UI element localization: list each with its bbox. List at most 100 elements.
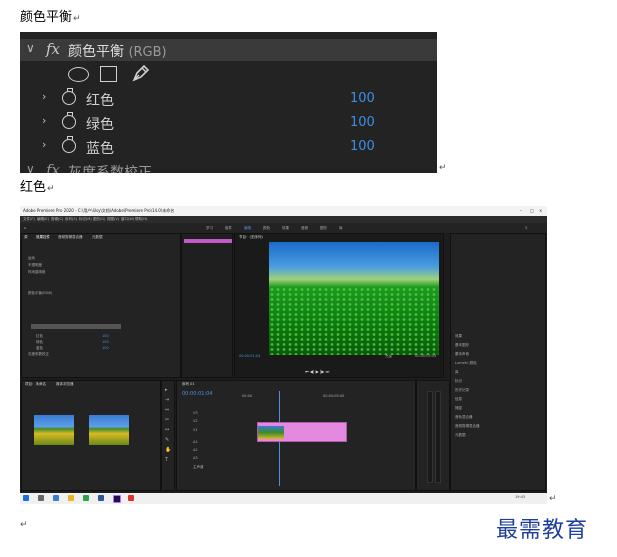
browser-icon[interactable]: [83, 495, 89, 501]
track-a3[interactable]: A3: [193, 456, 198, 460]
panel-effects[interactable]: 效果: [455, 334, 462, 339]
project-clip-thumb[interactable]: [34, 415, 74, 445]
panel-history[interactable]: 历史记录: [455, 388, 469, 393]
tab-metadata[interactable]: 元数据: [92, 235, 103, 240]
track-master[interactable]: 主声道: [193, 465, 204, 470]
value-red[interactable]: 100: [102, 334, 109, 338]
ripple-edit-icon[interactable]: ⇔: [165, 407, 169, 413]
stopwatch-icon[interactable]: [62, 112, 76, 129]
value-blue[interactable]: 100: [102, 346, 109, 350]
panel-essential-sound[interactable]: 基本声音: [455, 352, 469, 357]
workspace-learn[interactable]: 学习: [206, 226, 213, 231]
param-color-balance[interactable]: 颜色平衡(RGB): [28, 291, 52, 296]
selected-mask-row[interactable]: [31, 324, 121, 329]
track-v3[interactable]: V3: [193, 411, 198, 415]
timeline-clip[interactable]: [257, 422, 347, 442]
chevron-down-icon[interactable]: ∨: [26, 41, 35, 55]
next-effect-header[interactable]: ∨ fx 灰度系数校正: [20, 159, 437, 173]
maximize-button[interactable]: □: [530, 208, 534, 213]
razor-tool-icon[interactable]: ✂: [165, 417, 169, 423]
menu-window[interactable]: 窗口(W): [121, 217, 134, 222]
program-tab[interactable]: 节目：(无序列): [239, 235, 263, 240]
selection-tool-icon[interactable]: ▸: [165, 387, 168, 393]
ellipse-mask-icon[interactable]: [68, 67, 89, 82]
workspace-libraries[interactable]: 库: [339, 226, 343, 231]
panel-libraries[interactable]: 库: [455, 370, 459, 375]
track-a1[interactable]: A1: [193, 440, 198, 444]
tab-media-browser[interactable]: 媒体浏览器: [56, 382, 74, 387]
track-a2[interactable]: A2: [193, 448, 198, 452]
transport-controls[interactable]: ⏮ ◀| ▶ |▶ ⏭: [305, 369, 375, 374]
workspace-effects[interactable]: 效果: [282, 226, 289, 231]
workspace-graphics[interactable]: 图形: [320, 226, 327, 231]
word-icon[interactable]: [98, 495, 104, 501]
tab-audio-clip-mixer[interactable]: 音频剪辑混合器: [58, 235, 83, 240]
search-icon[interactable]: [38, 495, 44, 501]
param-value-blue[interactable]: 100: [350, 139, 375, 154]
panel-lumetri[interactable]: Lumetri 颜色: [455, 361, 477, 366]
project-sequence-thumb[interactable]: [89, 415, 129, 445]
param-opacity[interactable]: 不透明度: [28, 263, 42, 268]
tab-source[interactable]: 源: [24, 235, 28, 240]
chevron-right-icon[interactable]: ›: [42, 138, 46, 151]
premiere-icon[interactable]: [113, 495, 121, 503]
panel-audio-clip-mixer[interactable]: 音频剪辑混合器: [455, 424, 480, 429]
menu-clip[interactable]: 剪辑(C): [51, 217, 63, 222]
track-select-icon[interactable]: ⇥: [165, 397, 169, 403]
menu-graphics[interactable]: 图形(G): [93, 217, 105, 222]
tab-project[interactable]: 项目：未命名: [25, 382, 46, 387]
stopwatch-icon[interactable]: [62, 136, 76, 153]
workspace-editing[interactable]: 编辑: [244, 226, 251, 231]
workspace-audio[interactable]: 音频: [301, 226, 308, 231]
minimize-button[interactable]: –: [520, 208, 522, 213]
tab-sequence[interactable]: 序列 01: [182, 382, 195, 387]
param-value-green[interactable]: 100: [350, 115, 375, 130]
track-v1[interactable]: V1: [193, 428, 198, 432]
start-icon[interactable]: [23, 495, 29, 501]
task-view-icon[interactable]: [53, 495, 59, 501]
panel-track-mixer[interactable]: 音轨混合器: [455, 415, 473, 420]
pen-tool-icon[interactable]: ✎: [165, 437, 169, 443]
type-tool-icon[interactable]: T: [165, 457, 168, 463]
timeline-timecode[interactable]: 00:00:01:04: [182, 391, 213, 397]
chevron-down-icon[interactable]: ∨: [26, 162, 35, 173]
param-motion[interactable]: 运动: [28, 256, 35, 261]
chevron-right-icon[interactable]: ›: [42, 90, 46, 103]
param-time-remap[interactable]: 时间重映射: [28, 270, 46, 275]
home-icon[interactable]: ⌂: [24, 226, 26, 230]
close-button[interactable]: ×: [539, 208, 542, 213]
panel-capture[interactable]: 捕捉: [455, 406, 462, 411]
search-icon[interactable]: ⚲: [525, 226, 528, 230]
tab-effect-controls[interactable]: 效果控件: [36, 235, 50, 240]
workspace-assembly[interactable]: 组件: [225, 226, 232, 231]
panel-essential-graphics[interactable]: 基本图形: [455, 343, 469, 348]
menu-view[interactable]: 视图(V): [107, 217, 119, 222]
stopwatch-icon[interactable]: [62, 88, 76, 105]
hand-tool-icon[interactable]: ✋: [165, 447, 171, 453]
panel-markers[interactable]: 标记: [455, 379, 462, 384]
menu-edit[interactable]: 编辑(E): [37, 217, 49, 222]
chevron-right-icon[interactable]: ›: [42, 114, 46, 127]
fx-icon[interactable]: fx: [46, 161, 60, 173]
menu-sequence[interactable]: 序列(S): [65, 217, 77, 222]
rectangle-mask-icon[interactable]: [100, 66, 117, 82]
slip-tool-icon[interactable]: ↔: [165, 427, 169, 433]
panel-metadata[interactable]: 元数据: [455, 433, 466, 438]
workspace-color[interactable]: 颜色: [263, 226, 270, 231]
menu-marker[interactable]: 标记(M): [79, 217, 92, 222]
menu-help[interactable]: 帮助(H): [135, 217, 147, 222]
pen-mask-icon[interactable]: [130, 62, 152, 84]
param-gamma[interactable]: 灰度系数校正: [28, 352, 49, 357]
track-v2[interactable]: V2: [193, 419, 198, 423]
app-icon[interactable]: [128, 495, 134, 501]
effect-header[interactable]: ∨ fx 颜色平衡 (RGB): [20, 39, 437, 61]
menu-file[interactable]: 文件(F): [23, 217, 35, 222]
value-green[interactable]: 100: [102, 340, 109, 344]
param-row-red: › 红色 100: [20, 88, 437, 111]
file-explorer-icon[interactable]: [68, 495, 74, 501]
fx-icon[interactable]: fx: [46, 40, 60, 58]
keyframe-area[interactable]: [181, 233, 233, 378]
program-timecode[interactable]: 00:00:01:04: [239, 354, 260, 358]
panel-info[interactable]: 信息: [455, 397, 462, 402]
param-value-red[interactable]: 100: [350, 91, 375, 106]
